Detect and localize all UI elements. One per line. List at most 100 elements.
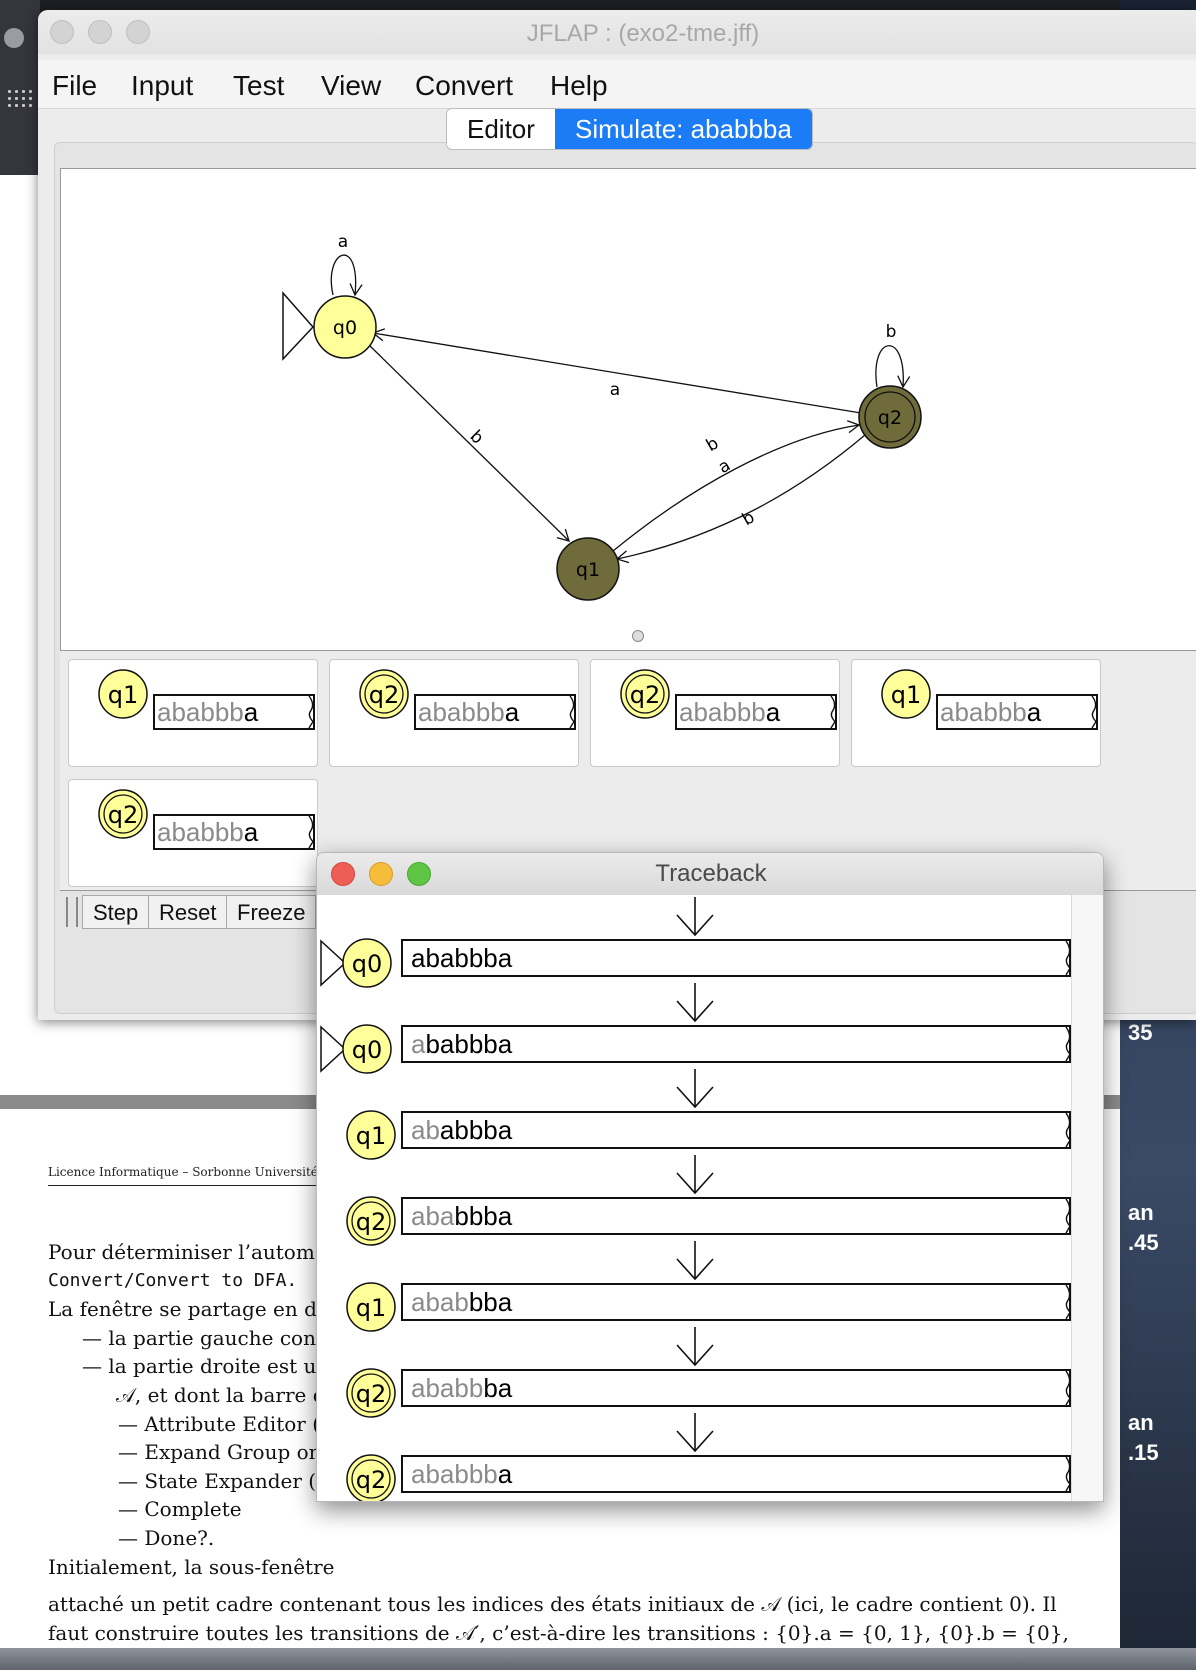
configuration-card[interactable]: q2 ababbba	[329, 659, 579, 767]
menu-view[interactable]: View	[321, 70, 381, 102]
configuration-card[interactable]: q2 ababbba	[590, 659, 840, 767]
configuration-state: q1	[95, 666, 151, 727]
tape-end-icon	[1065, 1198, 1071, 1234]
pdf-bullet: — la partie droite est un	[82, 1354, 330, 1379]
tape-end-icon	[1091, 696, 1096, 728]
pdf-sub-bullet: — Done?.	[118, 1525, 215, 1550]
traceback-tape: ababbba	[401, 1369, 1071, 1407]
transition-label: b	[703, 433, 722, 456]
traceback-row: q2 ababbba	[317, 1325, 1071, 1418]
tape-remaining-input: a	[243, 817, 259, 847]
transition-q2-q1[interactable]	[615, 434, 866, 564]
reset-button[interactable]: Reset	[148, 895, 228, 929]
tape-remaining-input: bba	[468, 1287, 513, 1317]
menu-convert[interactable]: Convert	[415, 70, 513, 102]
dock	[0, 1648, 1196, 1670]
down-arrow-icon	[673, 1325, 717, 1374]
configuration-state: q1	[878, 666, 934, 727]
configuration-state: q2	[95, 786, 151, 847]
step-button[interactable]: Step	[82, 895, 150, 929]
traceback-title-bar[interactable]: Traceback	[317, 853, 1103, 896]
menu-help[interactable]: Help	[550, 70, 608, 102]
pdf-bullet: — la partie gauche conti	[82, 1325, 331, 1350]
traceback-tape: ababbba	[401, 1283, 1071, 1321]
svg-text:q0: q0	[352, 1036, 383, 1064]
tape-consumed-input: ababbb	[418, 697, 505, 727]
tape-remaining-input: abbba	[439, 1115, 513, 1145]
menu-input[interactable]: Input	[131, 70, 193, 102]
tab-simulate[interactable]: Simulate: ababbba	[555, 109, 812, 149]
splitter-handle[interactable]	[632, 630, 644, 642]
tape-end-icon	[1065, 1026, 1071, 1062]
tape-remaining-input: ba	[483, 1373, 513, 1403]
pdf-bullet-continued: 𝒜, et dont la barre d’	[116, 1382, 332, 1407]
configuration-tape: ababbba	[153, 814, 315, 850]
automaton-canvas[interactable]: a b a b a b b q0 q1 q2	[60, 168, 1196, 658]
svg-text:q2: q2	[878, 407, 902, 429]
tape-remaining-input: babbba	[425, 1029, 513, 1059]
tape-end-icon	[1065, 1370, 1071, 1406]
transition-q0-q0[interactable]	[330, 254, 363, 297]
tape-consumed-input: ababbb	[157, 697, 244, 727]
traceback-tape: ababbba	[401, 1025, 1071, 1063]
pdf-sub-bullet: — Expand Group on	[118, 1440, 322, 1465]
transition-q2-q0[interactable]	[371, 328, 862, 414]
pdf-header-rule	[48, 1185, 338, 1186]
configuration-tape: ababbba	[675, 694, 837, 730]
svg-text:q0: q0	[352, 950, 383, 978]
configuration-card[interactable]: q2 ababbba	[68, 779, 318, 887]
configuration-tape: ababbba	[936, 694, 1098, 730]
title-bar[interactable]: JFLAP : (exo2-tme.jff)	[38, 10, 1196, 54]
svg-text:q2: q2	[369, 681, 400, 709]
configuration-tape: ababbba	[414, 694, 576, 730]
traceback-title: Traceback	[655, 860, 767, 887]
down-arrow-icon	[673, 1239, 717, 1288]
tape-consumed-input: ababbb	[940, 697, 1027, 727]
state-q2-icon: q2	[98, 789, 148, 839]
tape-remaining-input: bbba	[454, 1201, 513, 1231]
state-q0[interactable]: q0	[313, 295, 377, 359]
state-q1[interactable]: q1	[556, 537, 620, 601]
tape-consumed-input: ababbb	[411, 1459, 498, 1489]
toolbar-grip-icon[interactable]	[66, 897, 78, 927]
traceback-row: q1 ababbba	[317, 1067, 1071, 1160]
state-q1-icon: q1	[98, 669, 148, 719]
pdf-line: Initialement, la sous-fenêtre	[48, 1554, 335, 1579]
tape-end-icon	[830, 696, 835, 728]
configuration-card[interactable]: q1 ababbba	[68, 659, 318, 767]
tape-consumed-input: a	[411, 1029, 426, 1059]
state-q2-icon: q2	[346, 1454, 396, 1501]
transition-q2-q2[interactable]	[875, 345, 911, 389]
desktop-text-fragment: an	[1128, 1200, 1154, 1225]
tab-editor[interactable]: Editor	[447, 109, 555, 149]
pdf-body-tail: attaché un petit cadre contenant tous le…	[48, 1590, 1069, 1647]
svg-text:q2: q2	[356, 1466, 387, 1494]
tape-end-icon	[1065, 1284, 1071, 1320]
menu-bar: File Input Test View Convert Help	[38, 60, 1196, 109]
menu-test[interactable]: Test	[233, 70, 284, 102]
svg-text:q1: q1	[108, 681, 139, 709]
traceback-row: q0 ababbba	[317, 981, 1071, 1074]
down-arrow-icon	[673, 981, 717, 1030]
state-q2[interactable]: q2	[858, 385, 922, 449]
transition-label: b	[886, 322, 897, 342]
tape-consumed-input: ababb	[411, 1373, 484, 1403]
tab-bar: Editor Simulate: ababbba	[446, 108, 813, 150]
traceback-scrollbar[interactable]	[1071, 895, 1103, 1501]
svg-text:q1: q1	[356, 1294, 387, 1322]
pdf-header: Licence Informatique – Sorbonne Universi…	[48, 1165, 318, 1179]
tape-remaining-input: a	[1026, 697, 1042, 727]
tape-end-icon	[1065, 940, 1071, 976]
traceback-tape: ababbba	[401, 939, 1071, 977]
freeze-button[interactable]: Freeze	[226, 895, 317, 929]
configuration-card[interactable]: q1 ababbba	[851, 659, 1101, 767]
traceback-window: Traceback q0 ababbba q0 ababbba q1 ababbba q2 a…	[316, 852, 1104, 1502]
tape-remaining-input: a	[765, 697, 781, 727]
transition-label: a	[338, 232, 348, 252]
menu-file[interactable]: File	[52, 70, 97, 102]
transition-q1-q2[interactable]	[612, 420, 861, 552]
tape-remaining-input: ababbba	[411, 943, 513, 973]
pdf-line: Pour déterminiser l’automat	[48, 1240, 335, 1264]
tape-consumed-input: ababbb	[679, 697, 766, 727]
tape-end-icon	[308, 816, 313, 848]
